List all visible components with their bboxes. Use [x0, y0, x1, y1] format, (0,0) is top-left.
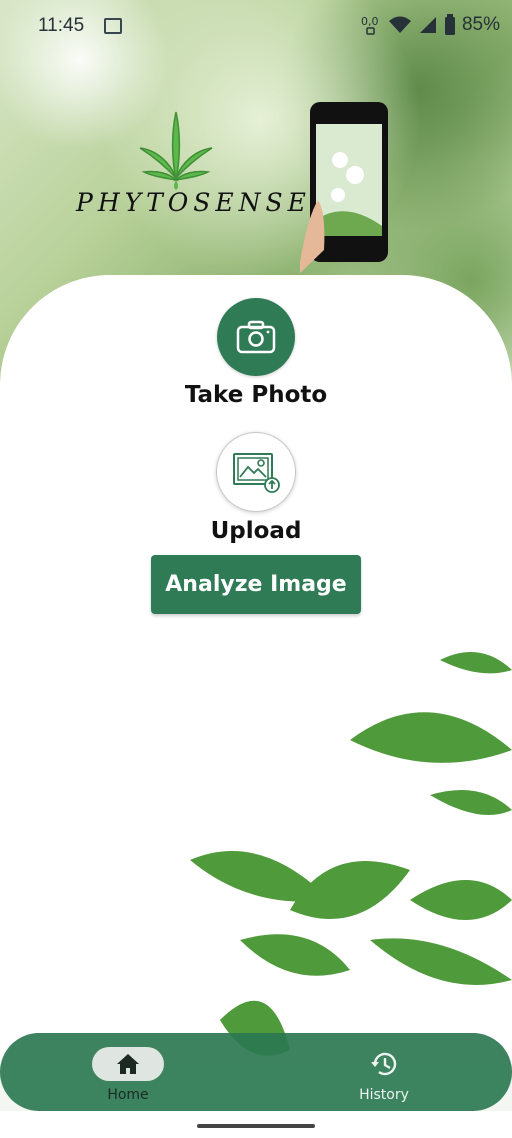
- battery-icon: [444, 14, 455, 35]
- nav-item-history[interactable]: History: [346, 1033, 422, 1111]
- nav-history-icon-wrap: [370, 1047, 398, 1081]
- phone-photo-image: [300, 102, 388, 274]
- bottom-navigation: Home History: [0, 1033, 512, 1111]
- take-photo-label: Take Photo: [184, 382, 328, 408]
- upload-button[interactable]: [216, 432, 296, 512]
- cannabis-leaf-icon: [139, 111, 213, 190]
- nav-label-history: History: [359, 1087, 409, 1103]
- status-time: 11:45: [38, 15, 85, 36]
- plant-leaves-decoration: [190, 652, 512, 1056]
- gesture-home-indicator[interactable]: [197, 1124, 315, 1128]
- brand-logo: PHYTOSENSE: [76, 110, 306, 220]
- signal-icon: [419, 17, 436, 33]
- upload-label: Upload: [210, 518, 302, 544]
- analyze-image-button[interactable]: Analyze Image: [151, 555, 361, 614]
- wifi-icon: [388, 16, 411, 33]
- svg-text:0,0: 0,0: [361, 15, 379, 28]
- take-photo-action[interactable]: Take Photo: [180, 298, 332, 408]
- nav-selected-indicator: [92, 1047, 164, 1081]
- take-photo-button[interactable]: [217, 298, 295, 376]
- gallery-icon: [104, 18, 122, 34]
- image-upload-icon: [233, 453, 280, 493]
- battery-percent: 85%: [461, 14, 500, 35]
- status-icons: 0,0 85%: [360, 13, 500, 37]
- camera-icon: [236, 320, 276, 354]
- nav-item-home[interactable]: Home: [90, 1033, 166, 1111]
- nav-label-home: Home: [107, 1087, 149, 1103]
- upload-action[interactable]: Upload: [180, 432, 332, 544]
- data-icon: 0,0: [361, 15, 379, 35]
- history-icon: [371, 1052, 397, 1076]
- home-icon: [117, 1054, 139, 1074]
- status-bar: 11:45 0,0 85%: [0, 0, 512, 50]
- brand-name: PHYTOSENSE: [76, 188, 311, 217]
